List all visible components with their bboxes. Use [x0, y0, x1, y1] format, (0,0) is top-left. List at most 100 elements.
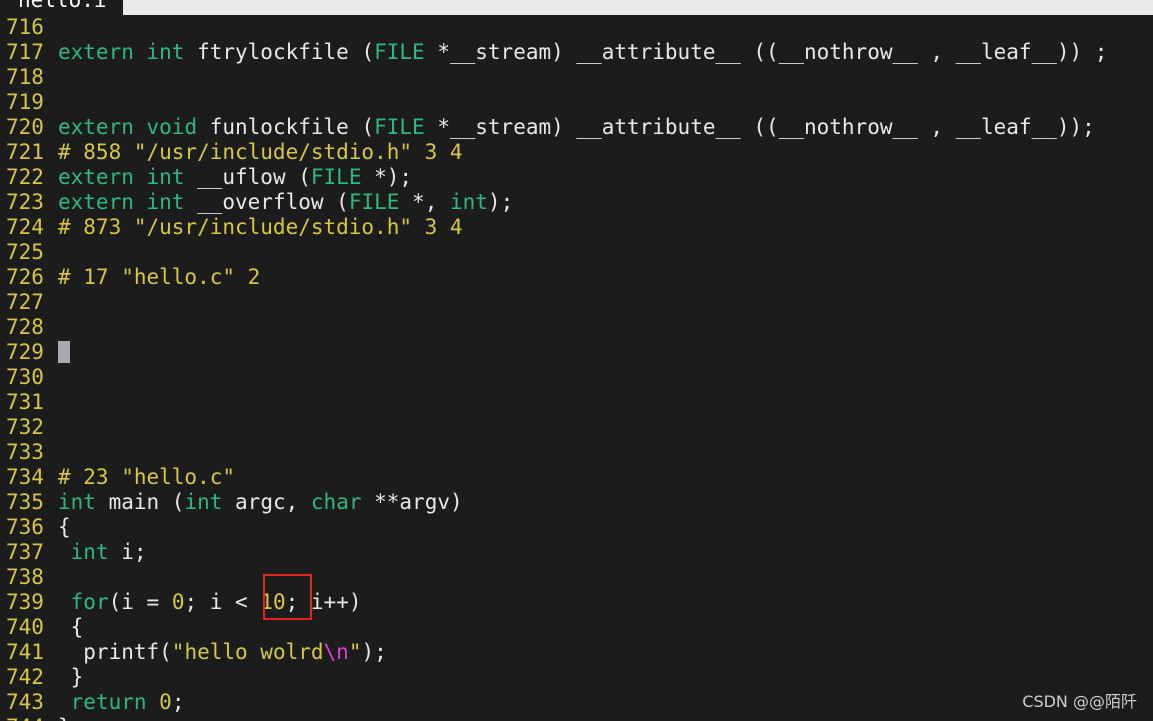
code-token: # 17 "hello.c" 2 — [58, 265, 261, 289]
code-line[interactable]: 735 int main (int argc, char **argv) — [0, 490, 463, 515]
code-token: " — [348, 640, 362, 664]
line-number: 723 — [6, 190, 44, 214]
code-token: # 873 "/usr/include/stdio.h" 3 4 — [58, 215, 463, 239]
code-token: ); — [361, 640, 387, 664]
code-token: extern — [58, 115, 134, 139]
file-tab[interactable]: hello.i — [0, 0, 123, 15]
code-token: 0 — [159, 690, 172, 714]
code-line[interactable]: 742 } — [0, 665, 83, 690]
code-text: extern int ftrylockfile (FILE *__stream)… — [58, 40, 1107, 64]
code-line[interactable]: 736 { — [0, 515, 71, 540]
code-text: return 0; — [58, 690, 185, 714]
code-line[interactable]: 717 extern int ftrylockfile (FILE *__stre… — [0, 40, 1107, 65]
code-token: extern — [58, 40, 134, 64]
line-number: 726 — [6, 265, 44, 289]
code-text: { — [58, 615, 84, 639]
line-number: 724 — [6, 215, 44, 239]
code-line[interactable]: 722 extern int __uflow (FILE *); — [0, 165, 412, 190]
code-token: ; i < — [184, 590, 261, 614]
line-number: 731 — [6, 390, 44, 414]
line-number: 742 — [6, 665, 44, 689]
code-token: FILE — [348, 190, 400, 214]
code-editor[interactable]: 716 717 extern int ftrylockfile (FILE *__s… — [0, 15, 1153, 721]
line-number: 739 — [6, 590, 44, 614]
code-token: FILE — [310, 165, 362, 189]
code-token: *__stream) __attribute__ ((__nothrow__ ,… — [424, 40, 1108, 64]
code-line[interactable]: 734 # 23 "hello.c" — [0, 465, 235, 490]
code-line[interactable]: 718 — [0, 65, 58, 90]
code-line[interactable]: 741 printf("hello wolrd\n"); — [0, 640, 387, 665]
code-line[interactable]: 730 — [0, 365, 58, 390]
code-token: # 23 "hello.c" — [58, 465, 236, 489]
line-number: 727 — [6, 290, 44, 314]
code-token: main ( — [95, 490, 185, 514]
code-line[interactable]: 727 — [0, 290, 58, 315]
line-number: 744 — [0, 715, 58, 721]
code-line[interactable]: 733 — [0, 440, 58, 465]
line-number: 741 — [6, 640, 44, 664]
code-line[interactable]: 732 — [0, 415, 58, 440]
code-line[interactable]: 725 — [0, 240, 58, 265]
code-line[interactable]: 740 { — [0, 615, 83, 640]
code-text: printf("hello wolrd\n"); — [58, 640, 387, 664]
code-line[interactable]: 721 # 858 "/usr/include/stdio.h" 3 4 — [0, 140, 463, 165]
code-line[interactable]: 724 # 873 "/usr/include/stdio.h" 3 4 — [0, 215, 463, 240]
line-number: 734 — [6, 465, 44, 489]
code-text: } — [58, 665, 84, 689]
code-token: __overflow ( — [184, 190, 349, 214]
code-token: } — [58, 665, 84, 689]
code-token: FILE — [374, 115, 425, 139]
code-line[interactable]: 728 — [0, 315, 58, 340]
line-number: 743 — [6, 690, 44, 714]
line-number: 729 — [6, 340, 44, 364]
code-token: char — [310, 490, 362, 514]
line-number: 716 — [6, 15, 44, 39]
code-text: extern int __uflow (FILE *); — [58, 165, 412, 189]
code-line[interactable]: 731 — [0, 390, 58, 415]
code-token: argc, — [222, 490, 311, 514]
code-token: "hello wolrd — [171, 640, 324, 664]
code-token: int — [146, 190, 185, 214]
code-token: { — [58, 515, 71, 539]
line-number: 733 — [6, 440, 44, 464]
code-line[interactable]: 743 return 0; — [0, 690, 184, 715]
code-token: *); — [361, 165, 413, 189]
code-text: extern void funlockfile (FILE *__stream)… — [58, 115, 1095, 139]
line-number: 718 — [6, 65, 44, 89]
code-text: int i; — [58, 540, 147, 564]
code-line[interactable]: 720 extern void funlockfile (FILE *__stre… — [0, 115, 1095, 140]
code-line[interactable]: 744} — [0, 715, 71, 721]
code-token: extern — [58, 165, 134, 189]
file-tab-label: hello.i — [18, 0, 107, 12]
highlight-annotation-box — [263, 574, 312, 620]
code-line[interactable]: 729 — [0, 340, 70, 365]
code-token: printf( — [58, 640, 172, 664]
text-cursor — [58, 341, 70, 363]
code-line[interactable]: 716 — [0, 15, 58, 40]
line-number: 728 — [6, 315, 44, 339]
line-number: 735 — [6, 490, 44, 514]
code-token: int — [184, 490, 223, 514]
code-line[interactable]: 723 extern int __overflow (FILE *, int); — [0, 190, 513, 215]
code-token: ); — [487, 190, 514, 214]
code-token: } — [58, 715, 71, 721]
code-token: ; — [171, 690, 185, 714]
code-text: for(i = 0; i < 10; i++) — [58, 590, 362, 614]
line-number: 719 — [6, 90, 44, 114]
code-line[interactable]: 719 — [0, 90, 58, 115]
line-number: 725 — [6, 240, 44, 264]
code-token: int — [146, 40, 185, 64]
code-line[interactable]: 726 # 17 "hello.c" 2 — [0, 265, 260, 290]
line-number: 740 — [6, 615, 44, 639]
code-token: *, — [399, 190, 450, 214]
code-token: ftrylockfile ( — [184, 40, 375, 64]
code-token: return — [70, 690, 147, 714]
code-token: int — [146, 165, 185, 189]
code-token: int — [70, 540, 109, 564]
code-line[interactable]: 738 — [0, 565, 58, 590]
code-line[interactable]: 737 int i; — [0, 540, 147, 565]
